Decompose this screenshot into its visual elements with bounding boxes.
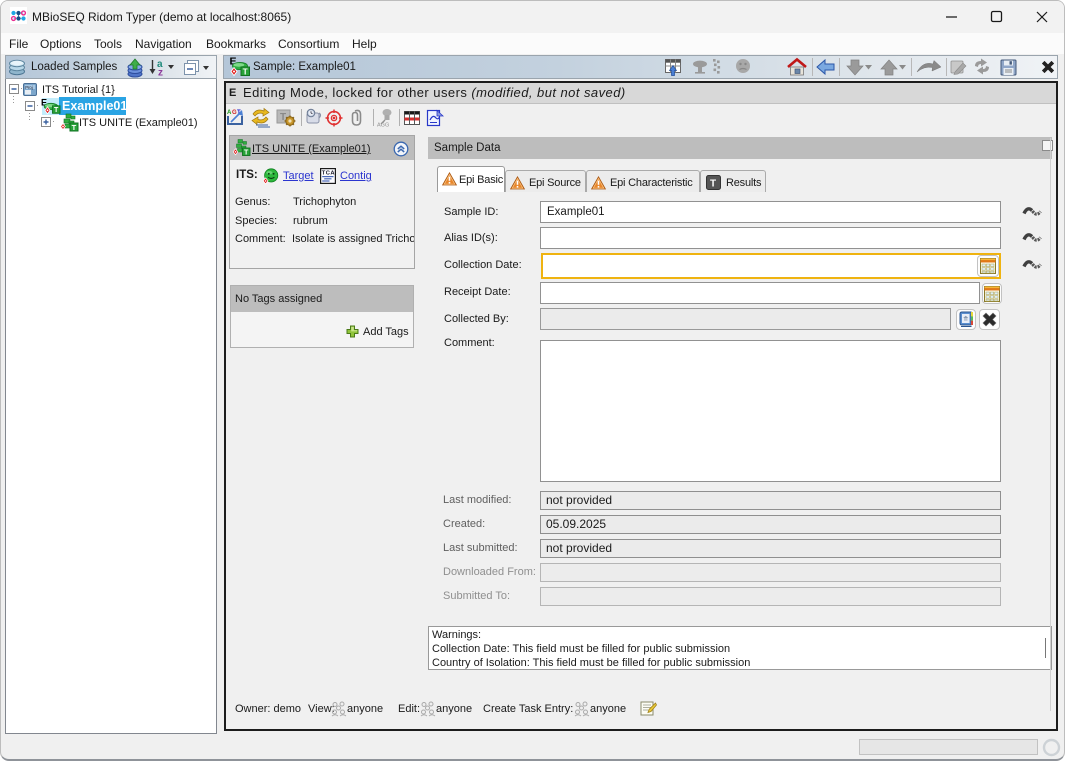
svg-text:T: T [244, 149, 249, 156]
svg-text:Proj: Proj [25, 85, 33, 90]
svg-text:AGG: AGG [377, 123, 389, 129]
svg-text:TCA: TCA [322, 171, 336, 177]
svg-text:T: T [710, 179, 716, 190]
svg-text:z: z [158, 68, 163, 79]
svg-text:T: T [72, 123, 77, 132]
svg-text:T: T [243, 67, 248, 76]
